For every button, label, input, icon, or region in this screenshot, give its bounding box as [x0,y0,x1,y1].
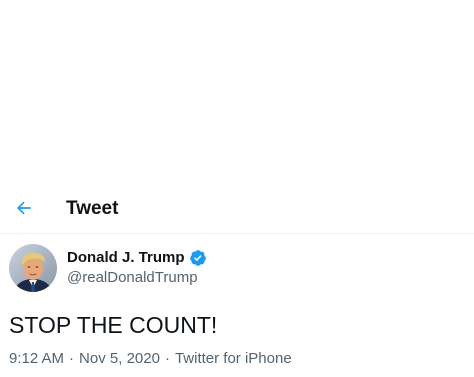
back-button[interactable] [8,192,40,224]
tweet-author: Donald J. Trump @realDonaldTrump [9,244,469,294]
meta-separator: · [69,350,75,367]
author-handle[interactable]: @realDonaldTrump [67,269,198,287]
avatar-image [9,244,57,292]
avatar[interactable] [9,244,57,292]
tweet-text: STOP THE COUNT! [9,312,218,338]
tweet-page: Tweet Donald J. Trump @realDonaldTrump S… [0,0,474,377]
meta-separator: · [164,350,170,367]
tweet-header: Tweet [0,186,474,234]
arrow-left-icon [16,201,31,215]
tweet-time[interactable]: 9:12 AM [9,350,64,368]
author-name[interactable]: Donald J. Trump [67,249,185,267]
page-title: Tweet [66,198,119,219]
tweet-date[interactable]: Nov 5, 2020 [79,350,160,368]
verified-badge-icon [189,250,206,266]
author-name-line: Donald J. Trump [67,249,207,267]
tweet-meta: 9:12 AM · Nov 5, 2020 · Twitter for iPho… [9,350,292,368]
tweet-source[interactable]: Twitter for iPhone [175,350,292,368]
